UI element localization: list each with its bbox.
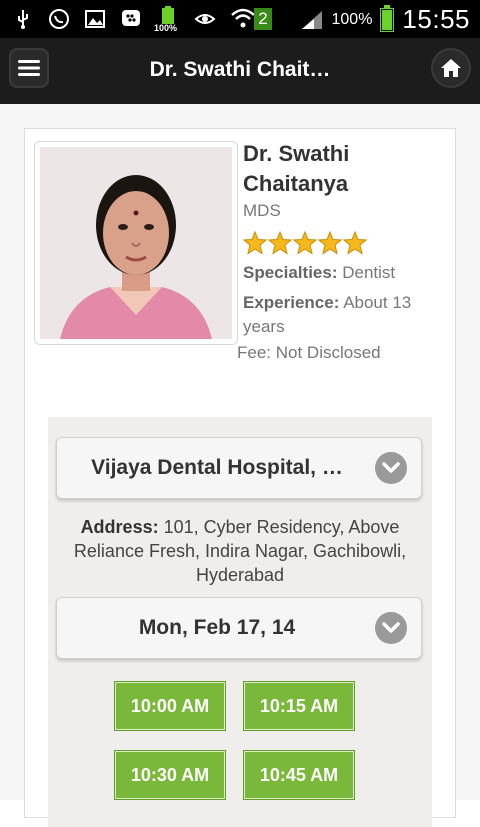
notification-icons: 100% 2 [12, 6, 274, 33]
clinic-address: Address: 101, Cyber Residency, Above Rel… [58, 515, 422, 587]
doctor-card: Dr. Swathi Chaitanya MDS Specialties: De… [24, 128, 456, 827]
time-slot-button[interactable]: 10:15 AM [243, 681, 355, 731]
battery-icon [380, 4, 395, 32]
hamburger-icon [18, 60, 40, 76]
time-slot-button[interactable]: 10:30 AM [114, 750, 226, 800]
eye-icon [194, 14, 216, 24]
specialties-value: Dentist [342, 263, 396, 282]
experience-label: Experience: [243, 293, 340, 312]
clock: 15:55 [402, 4, 470, 34]
star-icon [343, 231, 367, 255]
usb-icon [18, 10, 28, 29]
wifi-icon: 2 [230, 7, 274, 31]
home-button[interactable] [431, 48, 471, 88]
clinic-selector[interactable]: Vijaya Dental Hospital, … [56, 437, 422, 499]
doctor-photo [40, 147, 232, 339]
experience: Experience: About 13 years [243, 291, 443, 339]
chevron-down-icon[interactable] [375, 612, 407, 644]
page-title: Dr. Swathi Chait… [149, 58, 331, 81]
star-icon [268, 231, 292, 255]
bbm-icon [122, 10, 140, 26]
content-area: Dr. Swathi Chaitanya MDS Specialties: De… [0, 104, 480, 827]
star-icon [318, 231, 342, 255]
address-label: Address: [80, 517, 159, 537]
menu-button[interactable] [9, 48, 49, 88]
star-icon [243, 231, 267, 255]
date-selector[interactable]: Mon, Feb 17, 14 [56, 597, 422, 659]
signal-icon [301, 10, 322, 29]
chevron-down-icon[interactable] [375, 452, 407, 484]
doctor-name: Dr. Swathi Chaitanya [243, 141, 350, 196]
rating-stars [243, 231, 367, 255]
battery-notification-icon: 100% [154, 6, 180, 33]
date-selected: Mon, Feb 17, 14 [138, 616, 296, 639]
time-slot-button[interactable]: 10:00 AM [114, 681, 226, 731]
status-bar: 100% 2 100% 15:55 [0, 0, 480, 38]
fee-text: Fee: Not Disclosed [237, 343, 381, 362]
booking-panel: Vijaya Dental Hospital, … Address: 101, … [48, 417, 432, 827]
specialties-label: Specialties: [243, 263, 338, 282]
battery-percent: 100% [331, 10, 373, 28]
star-icon [293, 231, 317, 255]
specialties: Specialties: Dentist [243, 261, 443, 285]
battery-notification-label: 100% [154, 23, 178, 33]
time-slot-button[interactable]: 10:45 AM [243, 750, 355, 800]
home-icon [441, 59, 461, 77]
gallery-icon [85, 10, 105, 28]
app-bar: Dr. Swathi Chait… [0, 38, 480, 105]
whatsapp-icon [49, 9, 69, 29]
doctor-degree: MDS [243, 201, 281, 220]
clinic-selected: Vijaya Dental Hospital, … [91, 456, 343, 479]
sim-badge: 2 [254, 8, 272, 30]
doctor-photo-frame [34, 141, 238, 345]
